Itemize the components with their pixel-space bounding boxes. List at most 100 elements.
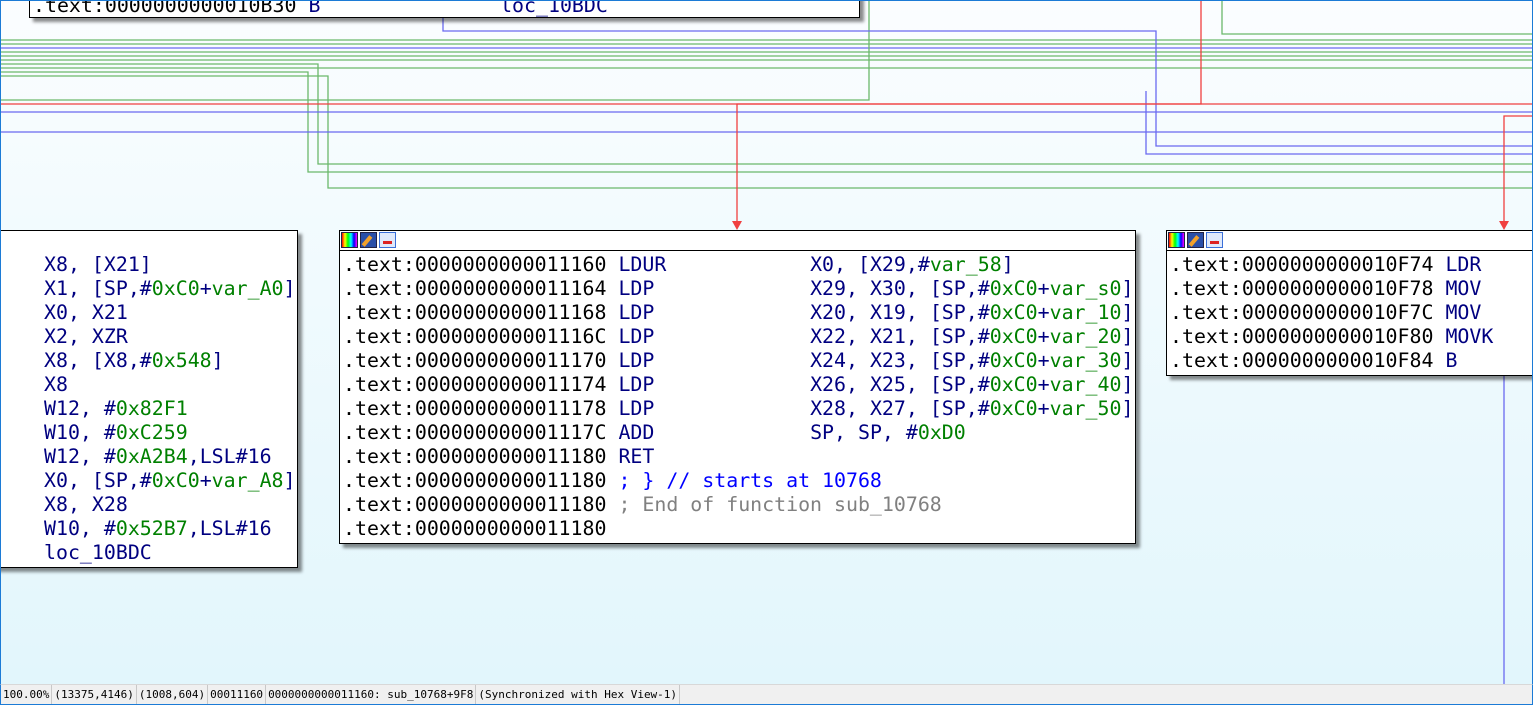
code-line: W10, #0x52B7,LSL#16: [44, 517, 297, 541]
code-line: .text:0000000000011170 LDP X24, X23, [SP…: [343, 349, 1135, 373]
code-line: X0, X21: [44, 301, 297, 325]
operands: X0, [SP,#0xC0+var_A8]: [44, 469, 296, 492]
mnemonic: LDP: [618, 349, 655, 372]
code-block-left[interactable]: X8, [X21] X1, [SP,#0xC0+var_A0] X0, X21 X2,…: [1, 230, 298, 568]
arrow-head: [1499, 221, 1509, 230]
edit-node-icon[interactable]: [360, 232, 377, 248]
numeric-operand: var_10: [1049, 301, 1122, 324]
graph-view[interactable]: .text:0000000000010B30 B loc_10BDC X8, […: [0, 0, 1533, 684]
code-line: .text:0000000000011164 LDP X29, X30, [SP…: [343, 277, 1135, 301]
operands: SP, SP, #0xD0: [810, 421, 966, 444]
address: .text:0000000000011168: [343, 301, 607, 324]
address: .text:0000000000010F7C: [1170, 301, 1434, 324]
code-line: X1, [SP,#0xC0+var_A0]: [44, 277, 297, 301]
code-line: .text:0000000000010B30 B loc_10BDC: [33, 0, 859, 18]
address: .text:0000000000011178: [343, 397, 607, 420]
numeric-operand: var_A8: [211, 469, 284, 492]
operands: X28, X27, [SP,#0xC0+var_50]: [810, 397, 1134, 420]
code-line: X0, [SP,#0xC0+var_A8]: [44, 469, 297, 493]
code-line: .text:0000000000011180 RET: [343, 445, 1135, 469]
mnemonic: RET: [618, 445, 655, 468]
address: .text:0000000000011180: [343, 445, 607, 468]
operands: X22, X21, [SP,#0xC0+var_20]: [810, 325, 1134, 348]
address: .text:000000000001116C: [343, 325, 607, 348]
numeric-operand: var_20: [1049, 325, 1122, 348]
code-line: .text:0000000000011174 LDP X26, X25, [SP…: [343, 373, 1135, 397]
operands: W12, #0x82F1: [44, 397, 188, 420]
code-block-top[interactable]: .text:0000000000010B30 B loc_10BDC: [29, 0, 860, 18]
code-line: .text:0000000000011160 LDUR X0, [X29,#va…: [343, 253, 1135, 277]
address: .text:0000000000011180: [343, 517, 607, 540]
numeric-operand: var_30: [1049, 349, 1122, 372]
mnemonic: LDP: [618, 301, 655, 324]
code-line: W12, #0xA2B4,LSL#16: [44, 445, 297, 469]
operands: X8: [44, 373, 68, 396]
graph-coords: (13375,4146): [52, 685, 137, 704]
numeric-operand: 0xC0: [151, 277, 200, 300]
operands: X8, [X21]: [44, 253, 152, 276]
comment: ; } // starts at 10768: [618, 469, 882, 492]
code-line: .text:0000000000011168 LDP X20, X19, [SP…: [343, 301, 1135, 325]
address: .text:0000000000011160: [343, 253, 607, 276]
edit-node-icon[interactable]: [1187, 232, 1204, 248]
operands: X24, X23, [SP,#0xC0+var_30]: [810, 349, 1134, 372]
edge-green: [1, 71, 1532, 173]
code-line: .text:0000000000010F84 B: [1170, 349, 1532, 373]
numeric-operand: 0xC0: [989, 301, 1038, 324]
operands: X1, [SP,#0xC0+var_A0]: [44, 277, 296, 300]
mnemonic: B: [308, 0, 321, 17]
code-line: .text:0000000000011180: [343, 517, 1135, 541]
address: .text:0000000000011170: [343, 349, 607, 372]
operands: X26, X25, [SP,#0xC0+var_40]: [810, 373, 1134, 396]
mnemonic: LDP: [618, 277, 655, 300]
mnemonic: MOV: [1445, 301, 1482, 324]
address: .text:0000000000010F80: [1170, 325, 1434, 348]
operands: W10, #0x52B7,LSL#16: [44, 517, 272, 540]
code-line: X8: [44, 373, 297, 397]
code-block-function-end[interactable]: .text:0000000000011160 LDUR X0, [X29,#va…: [339, 230, 1136, 544]
code-line: .text:0000000000011178 LDP X28, X27, [SP…: [343, 397, 1135, 421]
operands: loc_10BDC: [500, 0, 608, 17]
operands: X0, [X29,#var_58]: [810, 253, 1014, 276]
code-line: .text:0000000000011180 ; } // starts at …: [343, 469, 1135, 493]
code-line: .text:0000000000010F78 MOV: [1170, 277, 1532, 301]
arrow-head: [732, 221, 742, 230]
numeric-operand: var_50: [1049, 397, 1122, 420]
address: .text:0000000000011180: [343, 469, 607, 492]
numeric-operand: 0x548: [151, 349, 212, 372]
code-line: loc_10BDC: [44, 541, 297, 565]
mnemonic: LDUR: [618, 253, 667, 276]
address: .text:0000000000011164: [343, 277, 607, 300]
graph-node-icon[interactable]: [379, 232, 396, 248]
operands: X0, X21: [44, 301, 128, 324]
address: .text:0000000000011174: [343, 373, 607, 396]
operands: X8, [X8,#0x548]: [44, 349, 224, 372]
operands: X20, X19, [SP,#0xC0+var_10]: [810, 301, 1134, 324]
numeric-operand: 0xC0: [989, 397, 1038, 420]
operands: X2, XZR: [44, 325, 128, 348]
code-line: X8, X28: [44, 493, 297, 517]
operands: W10, #0xC259: [44, 421, 188, 444]
graph-node-icon[interactable]: [1206, 232, 1223, 248]
code-line: .text:0000000000010F7C MOV: [1170, 301, 1532, 325]
address: .text:0000000000010B30: [33, 0, 297, 17]
code-block-right[interactable]: .text:0000000000010F74 LDR .text:0000000…: [1166, 230, 1532, 376]
code-line: W12, #0x82F1: [44, 397, 297, 421]
operands: W12, #0xA2B4,LSL#16: [44, 445, 272, 468]
numeric-operand: var_A0: [211, 277, 284, 300]
operands: X8, X28: [44, 493, 128, 516]
numeric-operand: 0x82F1: [115, 397, 188, 420]
mouse-coords: (1008,604): [137, 685, 209, 704]
mnemonic: ADD: [618, 421, 655, 444]
color-palette-icon[interactable]: [341, 232, 358, 248]
mnemonic: MOV: [1445, 277, 1482, 300]
code-line: W10, #0xC259: [44, 421, 297, 445]
mnemonic: LDR: [1445, 253, 1482, 276]
color-palette-icon[interactable]: [1168, 232, 1185, 248]
address: .text:0000000000010F78: [1170, 277, 1434, 300]
numeric-operand: 0xC259: [115, 421, 188, 444]
address: .text:0000000000010F74: [1170, 253, 1434, 276]
code-line: X8, [X21]: [44, 253, 297, 277]
comment: ; End of function sub_10768: [618, 493, 942, 516]
operands: X29, X30, [SP,#0xC0+var_s0]: [810, 277, 1134, 300]
